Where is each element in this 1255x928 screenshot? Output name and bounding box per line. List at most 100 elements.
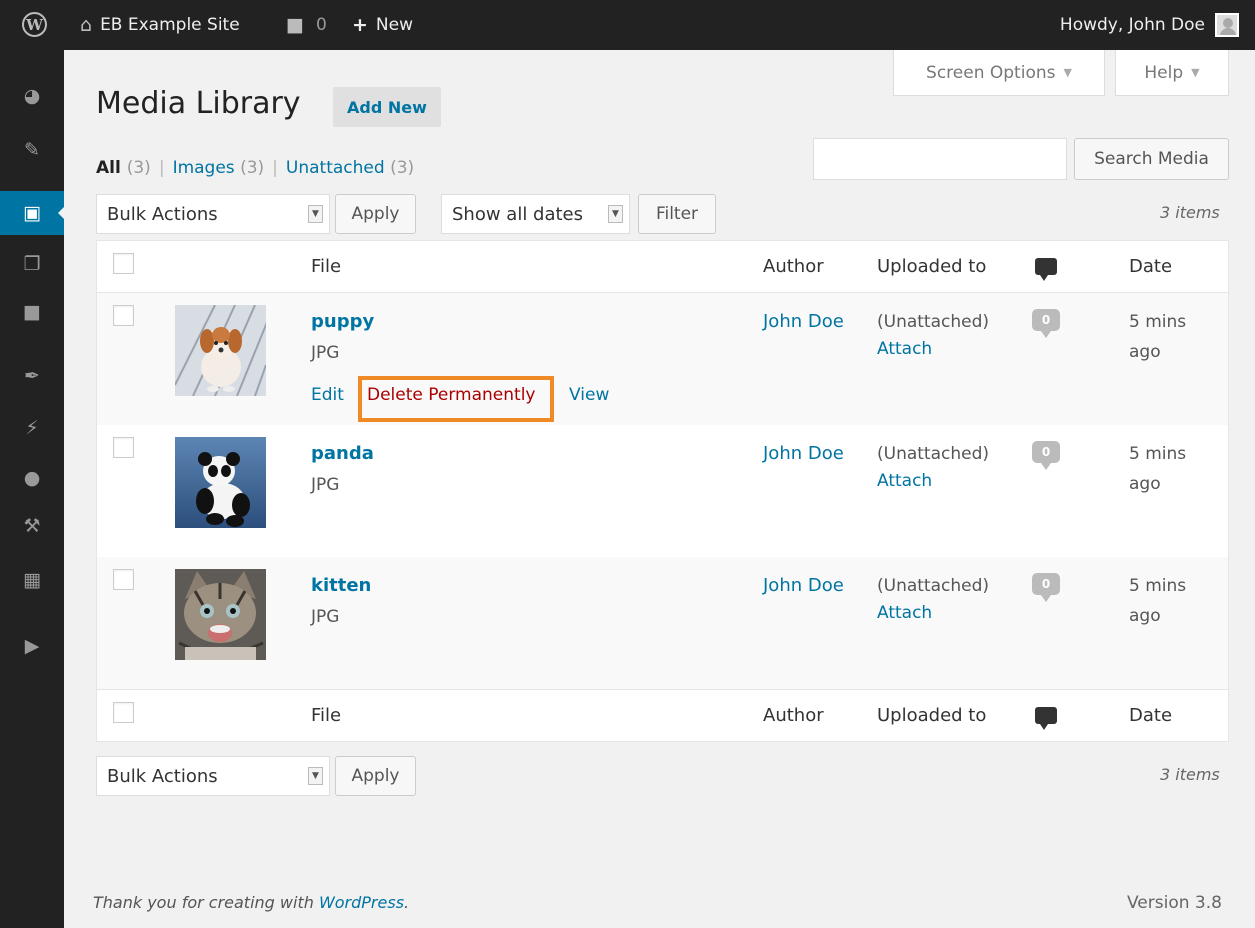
filter-images-label: Images [172,158,235,178]
admin-bar: W ⌂ EB Example Site ■ 0 + New Howdy, Joh… [0,0,1255,50]
comment-count-bubble[interactable]: 0 [1032,441,1060,470]
filter-unattached-label: Unattached [285,158,385,178]
plugins-icon[interactable]: ⚡ [0,406,64,450]
delete-permanently-link[interactable]: Delete Permanently [367,385,536,405]
panda-thumbnail[interactable] [175,437,266,528]
comments-link[interactable]: ■ 0 [286,0,327,50]
file-title-link[interactable]: panda [311,443,374,464]
comments-count: 0 [315,15,327,35]
column-file[interactable]: File [311,705,341,726]
current-menu-arrow [58,207,64,219]
attach-link[interactable]: Attach [877,471,932,491]
filter-all-link[interactable]: All (3) [96,158,151,178]
table-footer-row: File Author Uploaded to Date [97,689,1228,741]
filter-all-count: (3) [126,158,151,178]
bulk-actions-select-top[interactable]: Bulk Actions ▼ [96,194,330,234]
author-link[interactable]: John Doe [763,311,844,332]
table-row: puppy JPG John Doe (Unattached) Attach 0… [97,293,1228,425]
chevron-down-icon: ▼ [608,205,623,223]
upload-date: 5 mins ago [1129,439,1186,499]
apply-button-bottom[interactable]: Apply [335,756,416,796]
table-row: kitten JPG John Doe (Unattached) Attach … [97,557,1228,689]
column-uploaded-to[interactable]: Uploaded to [877,256,986,277]
filter-unattached-link[interactable]: Unattached (3) [286,158,414,178]
upload-date: 5 mins ago [1129,571,1186,631]
select-all-checkbox[interactable] [113,702,134,723]
attach-link[interactable]: Attach [877,603,932,623]
select-all-checkbox[interactable] [113,253,134,274]
author-link[interactable]: John Doe [763,443,844,464]
filter-images-link[interactable]: Images (3) [173,158,265,178]
comments-column-icon[interactable] [1035,707,1057,730]
items-count-bottom: 3 items [1160,765,1220,784]
column-date[interactable]: Date [1129,705,1172,726]
date-filter-select[interactable]: Show all dates ▼ [441,194,630,234]
comment-count-bubble[interactable]: 0 [1032,309,1060,338]
help-label: Help [1144,62,1184,83]
media-list-table: File Author Uploaded to Date puppy JPG J… [96,240,1229,742]
site-name-link[interactable]: ⌂ EB Example Site [80,0,240,50]
page-title: Media Library [96,86,301,121]
settings-icon[interactable]: ▦ [0,558,64,602]
my-account-link[interactable]: Howdy, John Doe [1060,0,1239,50]
new-content-link[interactable]: + New [352,0,413,50]
help-arrow-icon: ▼ [1191,66,1200,79]
comments-column-icon[interactable] [1035,258,1057,281]
file-type: JPG [311,343,340,363]
users-icon[interactable]: ● [0,456,64,500]
tools-icon[interactable]: ⚒ [0,504,64,548]
table-header-row: File Author Uploaded to Date [97,241,1228,293]
uploaded-to-status: (Unattached) [877,312,990,332]
items-count-top: 3 items [1160,203,1220,222]
wordpress-logo-icon[interactable]: W [22,12,47,37]
dashboard-icon[interactable]: ◕ [0,74,64,118]
uploaded-to-status: (Unattached) [877,444,990,464]
row-checkbox[interactable] [113,569,134,590]
screen-options-button[interactable]: Screen Options ▼ [893,50,1105,96]
footer-thanks-text: Thank you for creating with [93,893,319,912]
column-author[interactable]: Author [763,705,824,726]
date-filter-label: Show all dates [452,203,584,225]
search-media-button[interactable]: Search Media [1074,138,1229,180]
puppy-thumbnail[interactable] [175,305,266,396]
filter-button[interactable]: Filter [638,194,716,234]
file-type: JPG [311,475,340,495]
search-input[interactable] [813,138,1067,180]
media-filter-links: All (3) | Images (3) | Unattached (3) [96,158,414,178]
column-file[interactable]: File [311,256,341,277]
date-line: 5 mins [1129,444,1187,464]
add-new-button[interactable]: Add New [333,87,441,127]
view-link[interactable]: View [569,385,609,405]
appearance-icon[interactable]: ✒ [0,354,64,398]
new-label: New [375,15,414,35]
file-title-link[interactable]: puppy [311,311,374,332]
row-checkbox[interactable] [113,305,134,326]
author-link[interactable]: John Doe [763,575,844,596]
file-title-link[interactable]: kitten [311,575,371,596]
kitten-thumbnail[interactable] [175,569,266,660]
apply-button-top[interactable]: Apply [335,194,416,234]
comments-icon[interactable]: ■ [0,290,64,334]
chevron-down-icon: ▼ [308,767,323,785]
filter-unattached-count: (3) [390,158,415,178]
date-line: 5 mins [1129,576,1187,596]
column-author[interactable]: Author [763,256,824,277]
collapse-menu-icon[interactable]: ▶ [0,624,64,668]
upload-date: 5 mins ago [1129,307,1186,367]
comment-count-bubble[interactable]: 0 [1032,573,1060,602]
row-checkbox[interactable] [113,437,134,458]
date-line: ago [1129,474,1161,494]
howdy-label: Howdy, John Doe [1059,15,1205,35]
wordpress-link[interactable]: WordPress [319,893,404,912]
posts-pin-icon[interactable]: ✎ [0,128,64,172]
screen-options-label: Screen Options [926,62,1056,83]
help-button[interactable]: Help ▼ [1115,50,1229,96]
column-uploaded-to[interactable]: Uploaded to [877,705,986,726]
pages-icon[interactable]: ❐ [0,242,64,286]
bulk-actions-select-bottom[interactable]: Bulk Actions ▼ [96,756,330,796]
column-date[interactable]: Date [1129,256,1172,277]
media-icon[interactable]: ▣ [0,191,64,235]
table-row: panda JPG John Doe (Unattached) Attach 0… [97,425,1228,557]
attach-link[interactable]: Attach [877,339,932,359]
edit-link[interactable]: Edit [311,385,344,405]
